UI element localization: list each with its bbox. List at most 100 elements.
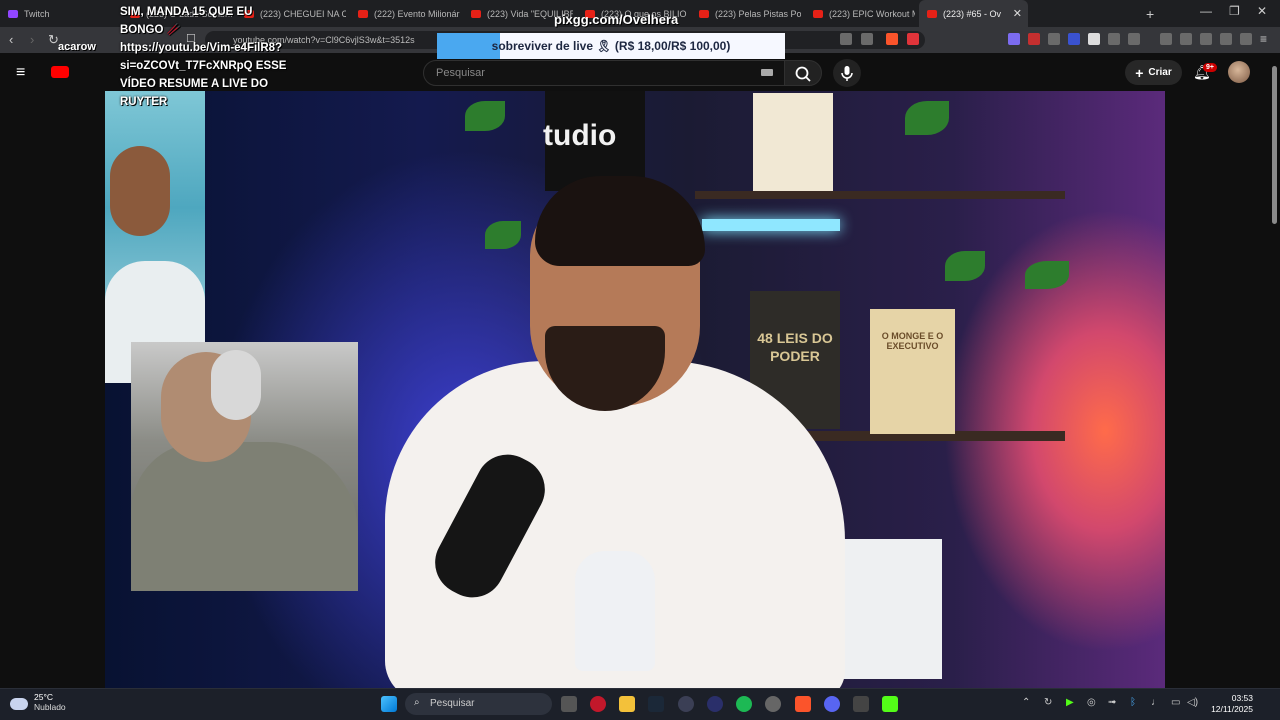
twitch-icon [8,9,18,18]
app-icon[interactable] [707,696,723,712]
sidebar-icon[interactable] [1180,33,1192,45]
goal-text: sobreviver de live 🎗 (R$ 18,00/R$ 100,00… [491,39,731,53]
tray-icon[interactable]: ➟ [1108,697,1116,708]
studio-sign: tudio [543,119,617,152]
windows-start-icon[interactable] [381,696,397,712]
donation-goal-bar: sobreviver de live 🎗 (R$ 18,00/R$ 100,00… [437,33,785,59]
new-tab-button[interactable]: + [1146,6,1154,22]
plant-leaf [1025,261,1069,289]
close-tab-icon[interactable]: ✕ [1013,7,1022,20]
thumbnail-face [110,146,170,236]
file-explorer-icon[interactable] [619,696,635,712]
minimize-button[interactable]: — [1200,4,1212,18]
search-icon [795,66,811,82]
tab-label: (223) Pelas Pistas Pod [715,8,801,19]
notification-badge: 9+ [1203,63,1217,72]
voice-search-button[interactable] [833,59,861,87]
tab-label: (223) #65 - Ov [943,8,1002,19]
weather-temperature: 25°C [34,692,53,702]
user-avatar[interactable] [1228,61,1250,83]
search-placeholder: Pesquisar [436,67,485,79]
tab-8[interactable]: (223) #65 - Ov ✕ [919,0,1028,27]
create-button[interactable]: + Criar [1125,60,1182,85]
media-icon[interactable] [1160,33,1172,45]
plant-leaf [465,101,505,131]
forward-icon[interactable]: › [30,32,34,47]
taskbar-search-label: Pesquisar [430,698,475,709]
webcam-shirt [131,442,358,591]
chat-username: acarow [58,41,96,53]
back-icon[interactable]: ‹ [9,32,13,47]
wine-glass [575,551,655,671]
steam-icon[interactable] [648,696,664,712]
plant-leaf [945,251,985,281]
led-light [702,219,840,231]
taskbar-clock[interactable]: 03:53 12/11/2025 [1205,693,1253,715]
close-window-button[interactable]: ✕ [1257,4,1267,18]
task-view-icon[interactable] [561,696,577,712]
tray-icon[interactable]: ◎ [1087,697,1096,708]
plant-leaf [485,221,521,249]
extension-icon[interactable] [1128,33,1140,45]
scrollbar-thumb[interactable] [1272,66,1277,224]
search-button[interactable] [784,60,822,86]
streamer-webcam [131,342,358,591]
kick-icon[interactable] [882,696,898,712]
restore-button[interactable]: ❐ [1229,4,1240,18]
tab-7[interactable]: (223) EPIC Workout M [805,0,915,27]
tray-icon[interactable]: ▶ [1066,697,1074,708]
discord-icon[interactable] [824,696,840,712]
side-video-thumbnail [105,91,205,383]
extension-icon[interactable] [1048,33,1060,45]
tab-0[interactable]: Twitch [0,0,115,27]
volume-icon[interactable]: ◁) [1187,697,1198,708]
app-icon[interactable] [678,696,694,712]
vpn-icon[interactable] [1240,33,1252,45]
chat-message: SIM, MANDA 15 QUE EU BONGO 🥢 https://you… [120,6,287,108]
extension-icon[interactable] [1068,33,1080,45]
leo-icon[interactable] [1220,33,1232,45]
youtube-icon [813,9,823,18]
extension-icon[interactable] [1028,33,1040,45]
extension-icon[interactable] [1088,33,1100,45]
wallet-icon[interactable] [1200,33,1212,45]
network-icon[interactable]: ▭ [1171,697,1180,708]
brave-shield-icon[interactable] [886,33,898,45]
youtube-icon [471,9,481,18]
tray-overflow-icon[interactable]: ⌃ [1022,697,1030,708]
search-icon: ⌕ [414,697,420,708]
tab-label: Twitch [24,8,50,19]
weather-widget[interactable]: 25°C Nublado [10,692,66,712]
tab-label: (222) Evento Milionário [374,8,460,19]
app-icon[interactable] [853,696,869,712]
clock-date: 12/11/2025 [1211,704,1253,714]
tab-3[interactable]: (222) Evento Milionário [350,0,460,27]
share-icon[interactable] [861,33,873,45]
book-cover [753,93,833,191]
app-icon[interactable] [765,696,781,712]
search-input[interactable]: Pesquisar [423,60,785,86]
youtube-logo-icon[interactable] [51,66,69,78]
cast-icon[interactable] [840,33,852,45]
menu-icon[interactable]: ≡ [1260,32,1267,46]
extension-icon[interactable] [1008,33,1020,45]
taskbar-search[interactable]: Pesquisar [405,693,552,715]
keyboard-icon[interactable] [761,69,773,76]
youtube-icon [927,9,937,18]
plant-leaf [905,101,949,135]
spotify-icon[interactable] [736,696,752,712]
bluetooth-icon[interactable]: ᛒ [1130,697,1136,708]
tab-6[interactable]: (223) Pelas Pistas Pod [691,0,801,27]
brave-rewards-icon[interactable] [907,33,919,45]
opera-icon[interactable] [590,696,606,712]
microphone-icon[interactable]: ♩ [1151,697,1161,708]
hamburger-menu-icon[interactable]: ≡ [16,64,25,82]
brave-icon[interactable] [795,696,811,712]
book-monk-executive: O MONGE E O EXECUTIVO [870,309,955,434]
shelf [695,191,1065,199]
tray-icon[interactable]: ↻ [1044,697,1052,708]
donation-url: pixgg.com/Ovelhera [554,12,679,27]
puzzle-icon[interactable] [1108,33,1120,45]
headphones [211,350,261,420]
youtube-icon [358,9,368,18]
